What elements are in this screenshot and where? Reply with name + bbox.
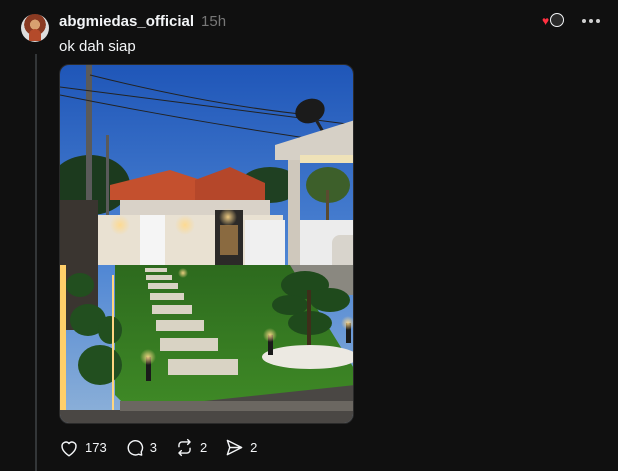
username[interactable]: abgmiedas_official — [59, 13, 194, 30]
repost-count: 2 — [199, 440, 208, 455]
post-actions: 173 3 2 2 — [59, 438, 257, 457]
mini-avatar — [550, 13, 564, 27]
post-image[interactable] — [59, 64, 354, 424]
heart-outline-icon — [61, 440, 77, 457]
post-header: abgmiedas_official 15h — [59, 13, 226, 30]
repost-icon — [178, 438, 191, 457]
comment-count: 3 — [149, 440, 157, 455]
like-button[interactable]: 173 — [59, 439, 107, 457]
liked-by-badge[interactable]: ♥ — [542, 13, 564, 29]
thread-line — [35, 54, 37, 471]
timestamp[interactable]: 15h — [201, 13, 226, 30]
comment-button[interactable]: 3 — [125, 438, 157, 457]
like-count: 173 — [85, 440, 107, 455]
repost-button[interactable]: 2 — [175, 438, 207, 457]
share-button[interactable]: 2 — [225, 438, 257, 457]
more-options-icon[interactable] — [582, 13, 600, 29]
avatar[interactable] — [21, 14, 49, 42]
heart-icon: ♥ — [542, 14, 550, 28]
share-count: 2 — [250, 440, 258, 455]
top-actions: ♥ — [542, 13, 600, 29]
comment-icon — [127, 439, 143, 456]
send-icon — [226, 439, 243, 456]
post-caption: ok dah siap — [59, 38, 136, 55]
